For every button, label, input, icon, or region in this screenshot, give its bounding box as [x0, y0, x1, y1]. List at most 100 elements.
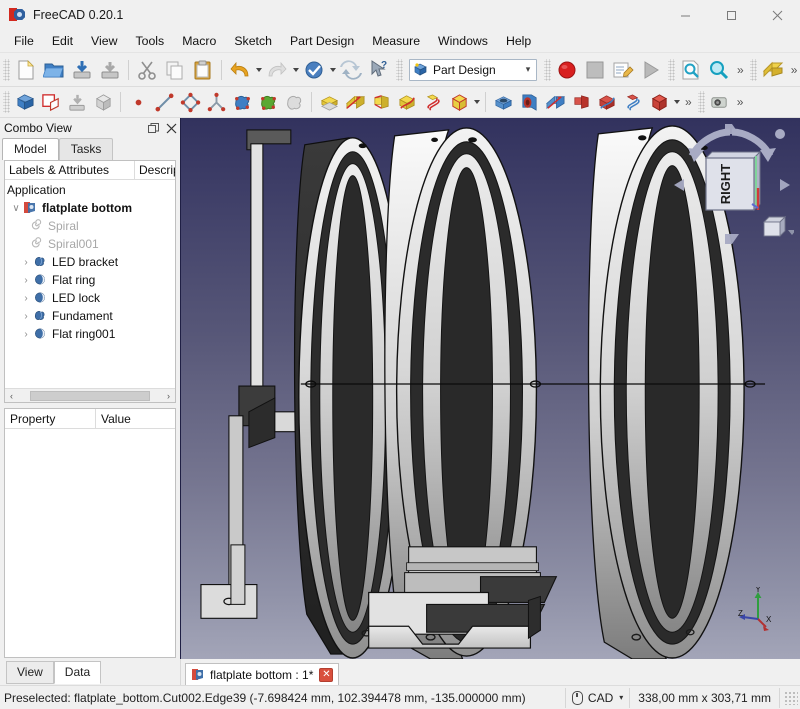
tree-item-spiral[interactable]: Spiral	[5, 217, 175, 235]
hole-button[interactable]	[516, 88, 542, 116]
save-as-document-button[interactable]	[96, 56, 124, 84]
toolbar-grip[interactable]	[697, 91, 705, 113]
menu-help[interactable]: Help	[497, 31, 540, 52]
additive-loft-button[interactable]	[368, 88, 394, 116]
minimize-button[interactable]	[662, 0, 708, 30]
tree-horizontal-scrollbar[interactable]: ‹ ›	[5, 388, 175, 402]
menu-edit[interactable]: Edit	[43, 31, 82, 52]
open-document-button[interactable]	[40, 56, 68, 84]
save-document-button[interactable]	[68, 56, 96, 84]
menu-view[interactable]: View	[82, 31, 126, 52]
tree-item-flat-ring[interactable]: › Flat ring	[5, 271, 175, 289]
tree-column-labels[interactable]: Labels & Attributes	[5, 161, 134, 179]
measure-toggle-button[interactable]	[707, 88, 733, 116]
macro-stop-button[interactable]	[581, 56, 609, 84]
copy-button[interactable]	[161, 56, 189, 84]
menu-windows[interactable]: Windows	[429, 31, 497, 52]
redo-button[interactable]	[263, 56, 291, 84]
chevron-down-icon[interactable]: ▾	[619, 693, 623, 702]
new-document-button[interactable]	[12, 56, 40, 84]
undo-button[interactable]	[226, 56, 254, 84]
tree-item-led-bracket[interactable]: › LED bracket	[5, 253, 175, 271]
property-column-name[interactable]: Property	[5, 409, 95, 428]
close-document-icon[interactable]: ✕	[319, 667, 334, 682]
menu-measure[interactable]: Measure	[363, 31, 429, 52]
tree-item-flatplate-bottom[interactable]: ∨ flatplate bottom	[5, 199, 175, 217]
pad-button[interactable]	[316, 88, 342, 116]
create-shapebinder-button[interactable]	[229, 88, 255, 116]
tree-item-fundament[interactable]: › Fundament	[5, 307, 175, 325]
paste-button[interactable]	[189, 56, 217, 84]
subtractive-primitive-dropdown-icon[interactable]	[672, 92, 681, 112]
subtractive-primitive-button[interactable]	[646, 88, 672, 116]
scroll-left-icon[interactable]: ‹	[5, 391, 18, 401]
measure-button[interactable]	[759, 56, 787, 84]
create-datum-button[interactable]	[203, 88, 229, 116]
close-button[interactable]	[754, 0, 800, 30]
refresh-button[interactable]	[300, 56, 328, 84]
toolbar-grip[interactable]	[3, 91, 10, 113]
chevron-right-icon[interactable]: ›	[19, 311, 33, 322]
fit-all-button[interactable]	[677, 56, 705, 84]
scrollbar-thumb[interactable]	[30, 390, 150, 401]
resize-grip-icon[interactable]	[784, 690, 798, 705]
close-panel-icon[interactable]	[162, 119, 180, 137]
scrollbar-track[interactable]	[18, 390, 162, 401]
tab-model[interactable]: Model	[2, 138, 59, 160]
property-editor-body[interactable]	[5, 429, 175, 657]
navigation-style-selector[interactable]: CAD ▾	[564, 687, 629, 708]
subtractive-helix-button[interactable]	[620, 88, 646, 116]
chevron-down-icon[interactable]: ∨	[9, 203, 23, 214]
toolbar-grip[interactable]	[3, 58, 10, 81]
menu-tools[interactable]: Tools	[126, 31, 173, 52]
macro-execute-button[interactable]	[637, 56, 665, 84]
undo-dropdown-icon[interactable]	[254, 60, 263, 80]
create-point-button[interactable]	[125, 88, 151, 116]
chevron-right-icon[interactable]: ›	[19, 329, 33, 340]
menu-part-design[interactable]: Part Design	[281, 31, 363, 52]
document-tab[interactable]: flatplate bottom : 1* ✕	[185, 663, 340, 685]
whats-this-button[interactable]: ?	[365, 56, 393, 84]
chevron-right-icon[interactable]: ›	[19, 275, 33, 286]
toolbar-grip[interactable]	[544, 58, 551, 81]
scroll-right-icon[interactable]: ›	[162, 391, 175, 401]
workbench-selector[interactable]: Part Design ▾	[409, 58, 537, 81]
navigation-cube[interactable]: RIGHT	[670, 122, 794, 248]
std-refresh-button[interactable]	[337, 56, 365, 84]
toolbar-grip[interactable]	[749, 58, 757, 81]
maximize-button[interactable]	[708, 0, 754, 30]
chevron-down-icon[interactable]: ▾	[520, 64, 536, 75]
subtractive-pipe-button[interactable]	[594, 88, 620, 116]
tree-item-spiral001[interactable]: Spiral001	[5, 235, 175, 253]
tree-item-flat-ring001[interactable]: › Flat ring001	[5, 325, 175, 343]
additive-helix-button[interactable]	[420, 88, 446, 116]
tree-item-led-lock[interactable]: › LED lock	[5, 289, 175, 307]
macro-edit-button[interactable]	[609, 56, 637, 84]
subtractive-loft-button[interactable]	[568, 88, 594, 116]
groove-button[interactable]	[542, 88, 568, 116]
create-part-button[interactable]	[12, 88, 38, 116]
property-column-value[interactable]: Value	[95, 409, 175, 428]
additive-pipe-button[interactable]	[394, 88, 420, 116]
refresh-dropdown-icon[interactable]	[328, 60, 337, 80]
tab-data[interactable]: Data	[53, 661, 102, 684]
cut-button[interactable]	[133, 56, 161, 84]
create-box-button[interactable]	[90, 88, 116, 116]
create-polyline-button[interactable]	[177, 88, 203, 116]
pocket-button[interactable]	[490, 88, 516, 116]
tab-tasks[interactable]: Tasks	[58, 138, 114, 160]
create-clone-button[interactable]	[281, 88, 307, 116]
toolbar-grip[interactable]	[396, 58, 403, 81]
tree-root-application[interactable]: Application	[5, 181, 175, 199]
create-subshapebinder-button[interactable]	[255, 88, 281, 116]
macro-record-button[interactable]	[553, 56, 581, 84]
redo-dropdown-icon[interactable]	[291, 60, 300, 80]
3d-viewport[interactable]: RIGHT Y X Z	[180, 118, 800, 659]
tree-column-description[interactable]: Descriptio	[134, 161, 175, 179]
create-line-button[interactable]	[151, 88, 177, 116]
menu-macro[interactable]: Macro	[173, 31, 225, 52]
toolbar-overflow-partdesign[interactable]: »	[681, 95, 695, 109]
toolbar-overflow-measure[interactable]: »	[787, 63, 800, 77]
chevron-right-icon[interactable]: ›	[19, 293, 33, 304]
create-group-button[interactable]	[38, 88, 64, 116]
